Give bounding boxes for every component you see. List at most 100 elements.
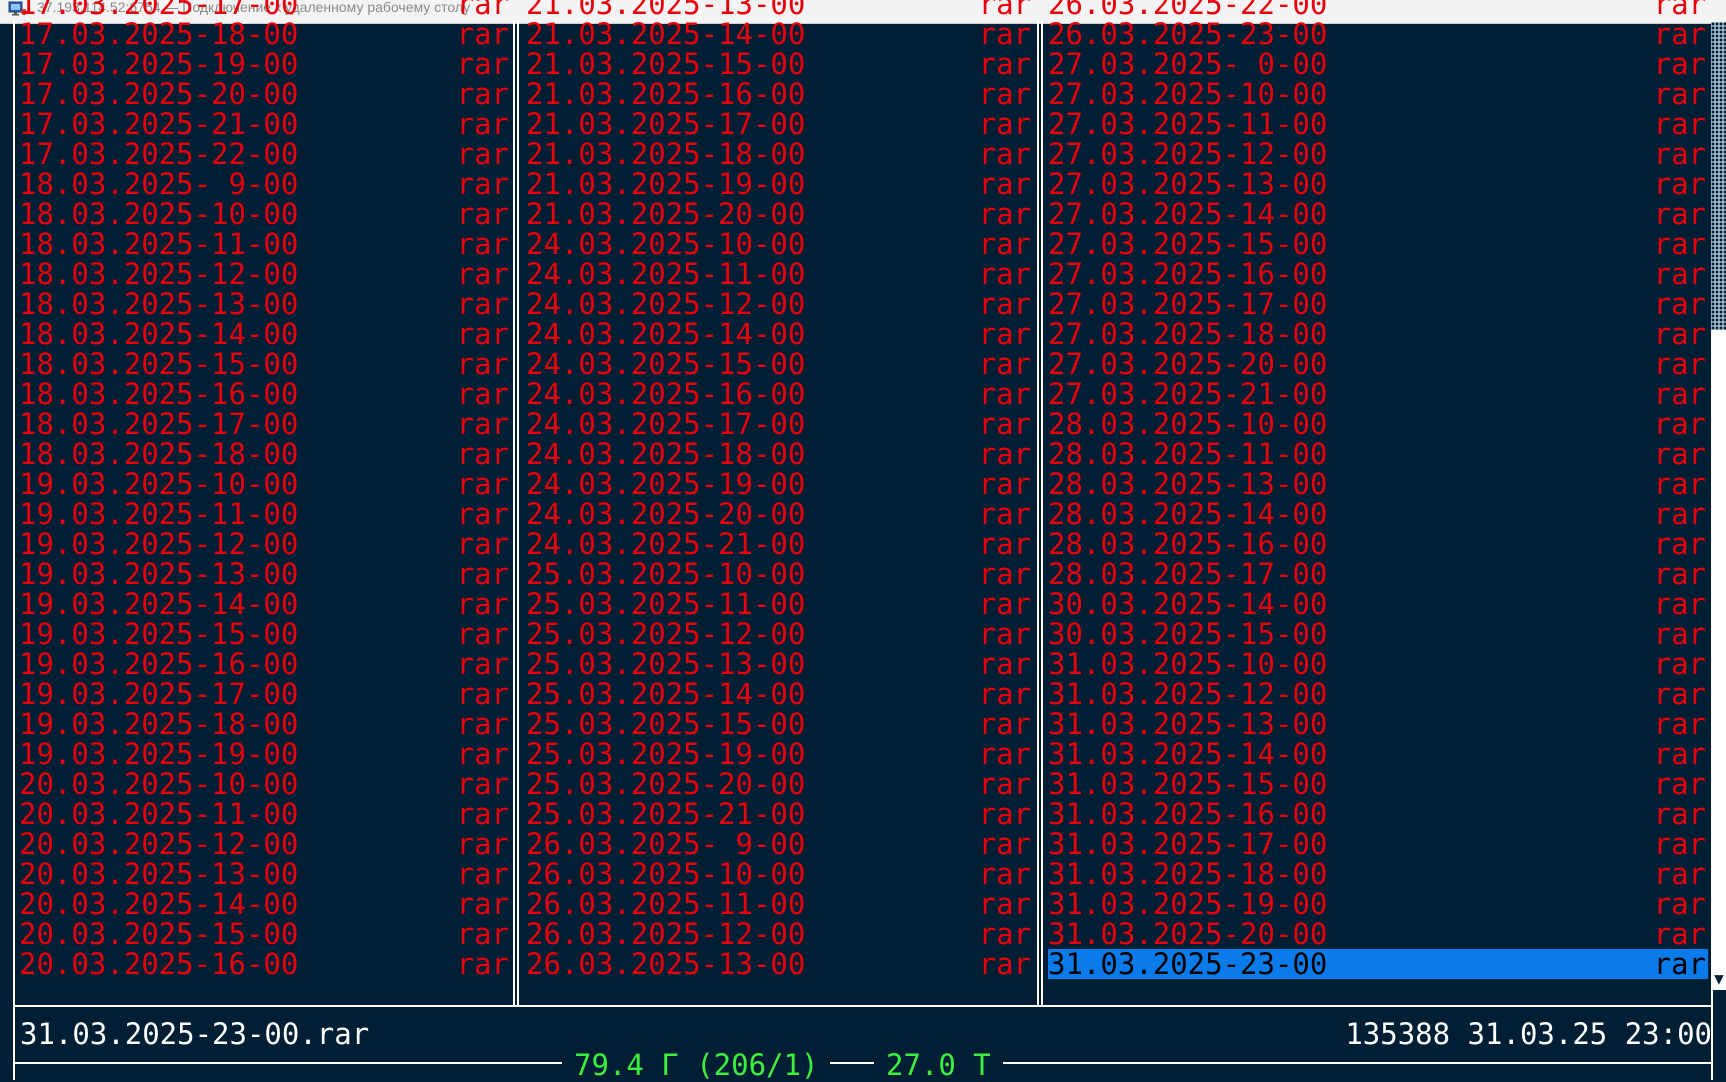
file-row[interactable]: 27.03.2025-20-00 rar (1048, 349, 1708, 379)
file-row[interactable]: 28.03.2025-17-00 rar (1048, 559, 1708, 589)
file-row[interactable]: 19.03.2025-10-00 rar (19, 469, 511, 499)
file-row[interactable]: 27.03.2025-10-00 rar (1048, 79, 1708, 109)
file-row[interactable]: 17.03.2025-19-00 rar (19, 49, 511, 79)
file-row[interactable]: 18.03.2025-11-00 rar (19, 229, 511, 259)
file-row[interactable]: 27.03.2025-15-00 rar (1048, 229, 1708, 259)
file-row[interactable]: 31.03.2025-19-00 rar (1048, 889, 1708, 919)
file-row[interactable]: 17.03.2025-20-00 rar (19, 79, 511, 109)
file-row[interactable]: 24.03.2025-17-00 rar (526, 409, 1033, 439)
file-row[interactable]: 24.03.2025-14-00 rar (526, 319, 1033, 349)
file-row[interactable]: 17.03.2025-22-00 rar (19, 139, 511, 169)
file-row[interactable]: 31.03.2025-20-00 rar (1048, 919, 1708, 949)
file-row[interactable]: 20.03.2025-11-00 rar (19, 799, 511, 829)
file-row[interactable]: 31.03.2025-12-00 rar (1048, 679, 1708, 709)
file-row[interactable]: 25.03.2025-13-00 rar (526, 649, 1033, 679)
file-row[interactable]: 20.03.2025-12-00 rar (19, 829, 511, 859)
file-row[interactable]: 19.03.2025-15-00 rar (19, 619, 511, 649)
file-row[interactable]: 18.03.2025-12-00 rar (19, 259, 511, 289)
file-row[interactable]: 21.03.2025-18-00 rar (526, 139, 1033, 169)
file-row[interactable]: 31.03.2025-17-00 rar (1048, 829, 1708, 859)
file-row[interactable]: 24.03.2025-19-00 rar (526, 469, 1033, 499)
file-row[interactable]: 27.03.2025-18-00 rar (1048, 319, 1708, 349)
file-row[interactable]: 27.03.2025-12-00 rar (1048, 139, 1708, 169)
file-row[interactable]: 27.03.2025-11-00 rar (1048, 109, 1708, 139)
file-row[interactable]: 19.03.2025-19-00 rar (19, 739, 511, 769)
file-row[interactable]: 21.03.2025-15-00 rar (526, 49, 1033, 79)
file-row[interactable]: 27.03.2025-16-00 rar (1048, 259, 1708, 289)
file-row[interactable]: 26.03.2025-10-00 rar (526, 859, 1033, 889)
file-row[interactable]: 21.03.2025-19-00 rar (526, 169, 1033, 199)
file-row[interactable]: 31.03.2025-15-00 rar (1048, 769, 1708, 799)
file-row[interactable]: 18.03.2025-16-00 rar (19, 379, 511, 409)
vertical-scrollbar[interactable]: ▼ (1711, 22, 1726, 990)
file-row[interactable]: 28.03.2025-10-00 rar (1048, 409, 1708, 439)
file-row[interactable]: 21.03.2025-20-00 rar (526, 199, 1033, 229)
file-row[interactable]: 25.03.2025-14-00 rar (526, 679, 1033, 709)
file-name: 27.03.2025-21-00 (1048, 377, 1328, 411)
file-row[interactable]: 19.03.2025-12-00 rar (19, 529, 511, 559)
file-row[interactable]: 26.03.2025-11-00 rar (526, 889, 1033, 919)
file-row[interactable]: 25.03.2025-20-00 rar (526, 769, 1033, 799)
file-row[interactable]: 20.03.2025-10-00 rar (19, 769, 511, 799)
file-row[interactable]: 26.03.2025-13-00 rar (526, 949, 1033, 979)
file-row[interactable]: 20.03.2025-15-00 rar (19, 919, 511, 949)
scrollbar-track[interactable] (1711, 22, 1726, 330)
file-row[interactable]: 24.03.2025-15-00 rar (526, 349, 1033, 379)
file-row[interactable]: 27.03.2025-13-00 rar (1048, 169, 1708, 199)
file-row[interactable]: 19.03.2025-16-00 rar (19, 649, 511, 679)
file-row[interactable]: 31.03.2025-10-00 rar (1048, 649, 1708, 679)
file-row[interactable]: 28.03.2025-11-00 rar (1048, 439, 1708, 469)
file-row[interactable]: 25.03.2025-11-00 rar (526, 589, 1033, 619)
file-row[interactable]: 18.03.2025-10-00 rar (19, 199, 511, 229)
file-row[interactable]: 24.03.2025-12-00 rar (526, 289, 1033, 319)
file-row[interactable]: 30.03.2025-14-00 rar (1048, 589, 1708, 619)
file-row[interactable]: 18.03.2025-17-00 rar (19, 409, 511, 439)
file-row[interactable]: 31.03.2025-16-00 rar (1048, 799, 1708, 829)
file-row[interactable]: 25.03.2025-21-00 rar (526, 799, 1033, 829)
file-row[interactable]: 30.03.2025-15-00 rar (1048, 619, 1708, 649)
file-row[interactable]: 18.03.2025-15-00 rar (19, 349, 511, 379)
file-row-selected[interactable]: 31.03.2025-23-00 rar (1048, 949, 1708, 979)
file-row[interactable]: 25.03.2025-19-00 rar (526, 739, 1033, 769)
file-row[interactable]: 17.03.2025-18-00 rar (19, 19, 511, 49)
file-row[interactable]: 19.03.2025-17-00 rar (19, 679, 511, 709)
file-row[interactable]: 27.03.2025-14-00 rar (1048, 199, 1708, 229)
file-row[interactable]: 24.03.2025-21-00 rar (526, 529, 1033, 559)
file-row[interactable]: 28.03.2025-14-00 rar (1048, 499, 1708, 529)
file-row[interactable]: 19.03.2025-18-00 rar (19, 709, 511, 739)
file-row[interactable]: 18.03.2025-13-00 rar (19, 289, 511, 319)
file-row[interactable]: 25.03.2025-12-00 rar (526, 619, 1033, 649)
file-row[interactable]: 27.03.2025-21-00 rar (1048, 379, 1708, 409)
file-row[interactable]: 20.03.2025-16-00 rar (19, 949, 511, 979)
file-row[interactable]: 26.03.2025-12-00 rar (526, 919, 1033, 949)
file-row[interactable]: 26.03.2025- 9-00 rar (526, 829, 1033, 859)
file-row[interactable]: 21.03.2025-14-00 rar (526, 19, 1033, 49)
file-row[interactable]: 31.03.2025-14-00 rar (1048, 739, 1708, 769)
file-row[interactable]: 28.03.2025-16-00 rar (1048, 529, 1708, 559)
file-row[interactable]: 24.03.2025-10-00 rar (526, 229, 1033, 259)
file-row[interactable]: 25.03.2025-10-00 rar (526, 559, 1033, 589)
file-row[interactable]: 31.03.2025-13-00 rar (1048, 709, 1708, 739)
file-row[interactable]: 24.03.2025-20-00 rar (526, 499, 1033, 529)
file-row[interactable]: 24.03.2025-11-00 rar (526, 259, 1033, 289)
file-row[interactable]: 21.03.2025-17-00 rar (526, 109, 1033, 139)
file-row[interactable]: 18.03.2025- 9-00 rar (19, 169, 511, 199)
file-row[interactable]: 17.03.2025-21-00 rar (19, 109, 511, 139)
file-row[interactable]: 31.03.2025-18-00 rar (1048, 859, 1708, 889)
file-row[interactable]: 25.03.2025-15-00 rar (526, 709, 1033, 739)
file-row[interactable]: 28.03.2025-13-00 rar (1048, 469, 1708, 499)
file-row[interactable]: 19.03.2025-13-00 rar (19, 559, 511, 589)
file-row[interactable]: 19.03.2025-14-00 rar (19, 589, 511, 619)
file-row[interactable]: 19.03.2025-11-00 rar (19, 499, 511, 529)
file-row[interactable]: 18.03.2025-14-00 rar (19, 319, 511, 349)
file-row[interactable]: 18.03.2025-18-00 rar (19, 439, 511, 469)
file-row[interactable]: 26.03.2025-23-00 rar (1048, 19, 1708, 49)
file-row[interactable]: 27.03.2025- 0-00 rar (1048, 49, 1708, 79)
file-row[interactable]: 21.03.2025-16-00 rar (526, 79, 1033, 109)
file-row[interactable]: 27.03.2025-17-00 rar (1048, 289, 1708, 319)
file-row[interactable]: 24.03.2025-16-00 rar (526, 379, 1033, 409)
file-row[interactable]: 24.03.2025-18-00 rar (526, 439, 1033, 469)
scroll-down-arrow-icon[interactable]: ▼ (1712, 971, 1726, 987)
file-row[interactable]: 20.03.2025-13-00 rar (19, 859, 511, 889)
file-row[interactable]: 20.03.2025-14-00 rar (19, 889, 511, 919)
